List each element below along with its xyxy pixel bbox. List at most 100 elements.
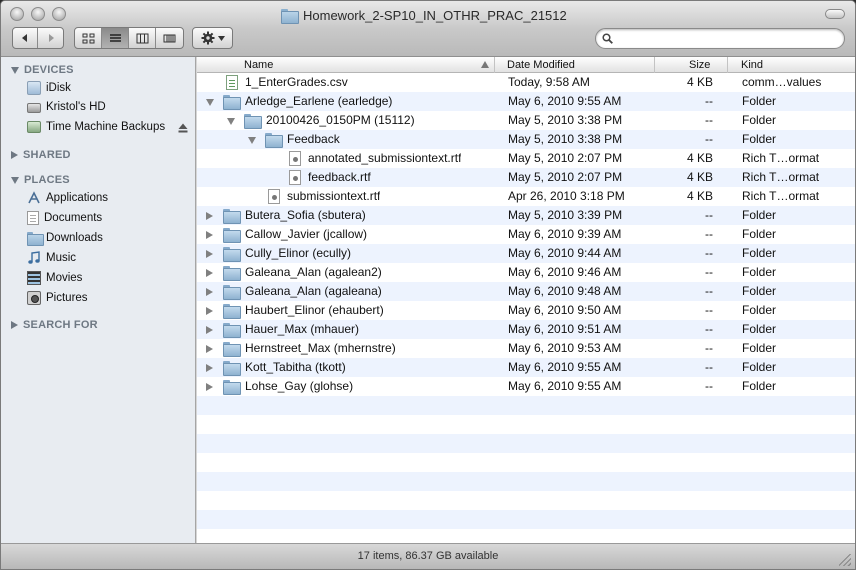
table-row[interactable]: Arledge_Earlene (earledge) May 6, 2010 9… <box>197 92 855 111</box>
table-row[interactable]: feedback.rtf May 5, 2010 2:07 PM 4 KB Ri… <box>197 168 855 187</box>
file-size: 4 KB <box>686 75 713 89</box>
file-kind: Folder <box>742 246 777 260</box>
file-kind: Folder <box>742 227 777 241</box>
sidebar-item-documents[interactable]: Documents <box>27 209 102 227</box>
table-row[interactable]: Galeana_Alan (agaleana) May 6, 2010 9:48… <box>197 282 855 301</box>
file-size: -- <box>705 208 713 222</box>
sidebar-item-applications[interactable]: Applications <box>27 189 108 207</box>
column-view-button[interactable] <box>129 28 156 48</box>
sidebar-item-hard-drive[interactable]: Kristol's HD <box>27 98 106 116</box>
search-input[interactable] <box>620 31 836 47</box>
table-row[interactable]: 20100426_0150PM (15112) May 5, 2010 3:38… <box>197 111 855 130</box>
file-size: -- <box>705 360 713 374</box>
back-button[interactable] <box>13 28 38 48</box>
file-name: Cully_Elinor (ecully) <box>245 246 352 260</box>
table-row[interactable]: Hauer_Max (mhauer) May 6, 2010 9:51 AM -… <box>197 320 855 339</box>
sidebar-section-search-for[interactable]: SEARCH FOR <box>11 319 98 331</box>
cover-flow-button[interactable] <box>156 28 183 48</box>
disclosure-open-icon[interactable] <box>248 137 256 144</box>
file-size: 4 KB <box>686 170 713 184</box>
disclosure-open-icon[interactable] <box>227 118 235 125</box>
icon-view-button[interactable] <box>75 28 102 48</box>
disclosure-closed-icon[interactable] <box>206 307 213 315</box>
minimize-button[interactable] <box>31 7 45 21</box>
folder-icon <box>281 8 299 24</box>
date-modified: Today, 9:58 AM <box>508 75 590 89</box>
action-menu-button[interactable] <box>192 27 233 49</box>
sidebar-section-devices[interactable]: DEVICES <box>11 64 74 76</box>
forward-arrow-icon <box>48 34 54 42</box>
resize-grip-icon[interactable] <box>839 554 851 566</box>
disclosure-closed-icon <box>11 151 18 159</box>
folder-icon <box>223 209 241 224</box>
table-row[interactable]: Haubert_Elinor (ehaubert) May 6, 2010 9:… <box>197 301 855 320</box>
empty-row <box>197 415 855 434</box>
table-row[interactable]: Kott_Tabitha (tkott) May 6, 2010 9:55 AM… <box>197 358 855 377</box>
sidebar-item-idisk[interactable]: iDisk <box>27 79 71 97</box>
disclosure-closed-icon[interactable] <box>206 212 213 220</box>
disclosure-closed-icon[interactable] <box>206 250 213 258</box>
list-view-button[interactable] <box>102 28 129 48</box>
file-kind: Folder <box>742 284 777 298</box>
file-size: -- <box>705 303 713 317</box>
eject-icon[interactable] <box>178 123 188 133</box>
folder-icon <box>223 95 241 110</box>
section-label: SHARED <box>23 149 71 161</box>
date-modified: May 6, 2010 9:51 AM <box>508 322 622 336</box>
table-row[interactable]: Butera_Sofia (sbutera) May 5, 2010 3:39 … <box>197 206 855 225</box>
date-modified: May 6, 2010 9:44 AM <box>508 246 622 260</box>
column-header-name[interactable]: Name <box>197 57 495 73</box>
sidebar: DEVICES iDisk Kristol's HD Time Machine … <box>1 57 196 543</box>
file-size: -- <box>705 265 713 279</box>
documents-icon <box>27 211 39 225</box>
disclosure-closed-icon[interactable] <box>206 288 213 296</box>
table-row[interactable]: submissiontext.rtf Apr 26, 2010 3:18 PM … <box>197 187 855 206</box>
table-row[interactable]: Cully_Elinor (ecully) May 6, 2010 9:44 A… <box>197 244 855 263</box>
sidebar-item-label: Kristol's HD <box>46 101 106 113</box>
table-row[interactable]: 1_EnterGrades.csv Today, 9:58 AM 4 KB co… <box>197 73 855 92</box>
disclosure-closed-icon[interactable] <box>206 231 213 239</box>
disclosure-closed-icon[interactable] <box>206 364 213 372</box>
empty-row <box>197 472 855 491</box>
table-row[interactable]: Hernstreet_Max (mhernstre) May 6, 2010 9… <box>197 339 855 358</box>
sidebar-item-label: Downloads <box>46 232 103 244</box>
column-header-date[interactable]: Date Modified <box>503 57 655 73</box>
disclosure-closed-icon[interactable] <box>206 383 213 391</box>
file-name: feedback.rtf <box>308 170 371 184</box>
file-name: Kott_Tabitha (tkott) <box>245 360 346 374</box>
sidebar-item-music[interactable]: Music <box>27 249 76 267</box>
sidebar-item-movies[interactable]: Movies <box>27 269 82 287</box>
column-header-kind[interactable]: Kind <box>728 57 855 73</box>
table-row[interactable]: Callow_Javier (jcallow) May 6, 2010 9:39… <box>197 225 855 244</box>
table-row[interactable]: Feedback May 5, 2010 3:38 PM -- Folder <box>197 130 855 149</box>
file-name: submissiontext.rtf <box>287 189 381 203</box>
column-view-icon <box>136 33 148 43</box>
table-row[interactable]: annotated_submissiontext.rtf May 5, 2010… <box>197 149 855 168</box>
table-row[interactable]: Lohse_Gay (glohse) May 6, 2010 9:55 AM -… <box>197 377 855 396</box>
disclosure-closed-icon[interactable] <box>206 345 213 353</box>
folder-icon <box>223 266 241 281</box>
file-name: Galeana_Alan (agalean2) <box>245 265 382 279</box>
sidebar-item-time-machine[interactable]: Time Machine Backups <box>27 118 165 136</box>
file-size: -- <box>705 284 713 298</box>
close-button[interactable] <box>10 7 24 21</box>
file-list: Name Date Modified Size Kind 1_EnterGrad… <box>197 57 855 543</box>
column-header-size[interactable]: Size <box>655 57 728 73</box>
idisk-icon <box>27 81 41 95</box>
sidebar-section-places[interactable]: PLACES <box>11 174 70 186</box>
disclosure-closed-icon[interactable] <box>206 269 213 277</box>
table-row[interactable]: Galeana_Alan (agalean2) May 6, 2010 9:46… <box>197 263 855 282</box>
file-kind: Folder <box>742 341 777 355</box>
sidebar-item-downloads[interactable]: Downloads <box>27 229 103 247</box>
sidebar-section-shared[interactable]: SHARED <box>11 149 71 161</box>
forward-button[interactable] <box>38 28 63 48</box>
chevron-down-icon <box>217 35 225 41</box>
disclosure-closed-icon[interactable] <box>206 326 213 334</box>
sidebar-item-pictures[interactable]: Pictures <box>27 289 88 307</box>
column-label: Name <box>244 59 274 71</box>
toolbar-toggle-button[interactable] <box>825 9 845 19</box>
zoom-button[interactable] <box>52 7 66 21</box>
search-field[interactable] <box>595 28 845 49</box>
file-kind: Folder <box>742 322 777 336</box>
disclosure-open-icon[interactable] <box>206 99 214 106</box>
